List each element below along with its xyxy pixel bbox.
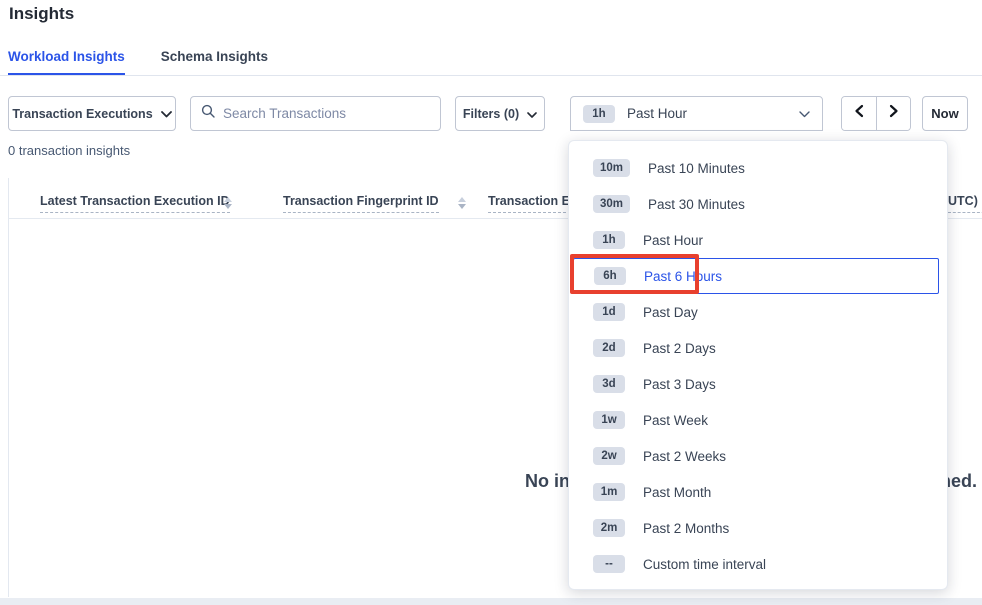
menu-item-past-10-minutes[interactable]: 10m Past 10 Minutes — [569, 150, 947, 186]
filters-button[interactable]: Filters (0) — [455, 96, 545, 131]
menu-item-past-2-months[interactable]: 2m Past 2 Months — [569, 510, 947, 546]
transaction-type-select[interactable]: Transaction Executions — [8, 96, 176, 131]
transaction-type-select-label: Transaction Executions — [12, 107, 152, 121]
column-header-utc-fragment[interactable]: UTC) — [948, 194, 982, 213]
interval-badge: 2m — [593, 519, 625, 537]
interval-badge: 1w — [593, 411, 625, 429]
now-button-label: Now — [931, 106, 958, 121]
results-count: 0 transaction insights — [8, 143, 130, 158]
sort-down-icon — [458, 204, 466, 209]
empty-state-text: No insight events since this page was la… — [525, 471, 569, 497]
sort-up-icon — [458, 197, 466, 202]
sort-icon[interactable] — [224, 197, 232, 209]
time-interval-badge: 1h — [583, 105, 615, 123]
time-pager — [841, 96, 911, 131]
tab-bar: Workload Insights Schema Insights — [0, 40, 982, 76]
chevron-down-icon — [161, 107, 172, 121]
menu-item-past-month[interactable]: 1m Past Month — [569, 474, 947, 510]
interval-badge: 1m — [593, 483, 625, 501]
menu-item-past-week[interactable]: 1w Past Week — [569, 402, 947, 438]
interval-badge: 6h — [594, 267, 626, 285]
tab-workload-insights[interactable]: Workload Insights — [8, 41, 125, 75]
sort-up-icon — [224, 197, 232, 202]
search-box — [190, 96, 441, 131]
now-button[interactable]: Now — [922, 96, 968, 131]
menu-item-past-day[interactable]: 1d Past Day — [569, 294, 947, 330]
menu-item-past-6-hours[interactable]: 6h Past 6 Hours — [573, 258, 939, 294]
chevron-down-icon — [527, 107, 537, 121]
search-icon — [201, 104, 215, 123]
interval-badge: 30m — [593, 195, 630, 213]
interval-badge: 3d — [593, 375, 625, 393]
interval-badge: 1d — [593, 303, 625, 321]
filters-button-label: Filters (0) — [463, 107, 519, 121]
sort-icon[interactable] — [458, 197, 466, 209]
bottom-edge — [0, 598, 982, 605]
chevron-right-icon — [888, 104, 900, 123]
sort-down-icon — [224, 204, 232, 209]
interval-badge: 10m — [593, 159, 630, 177]
interval-badge: 2d — [593, 339, 625, 357]
insights-page: Insights Workload Insights Schema Insigh… — [0, 0, 982, 605]
interval-badge: -- — [593, 555, 625, 573]
chevron-down-icon — [799, 105, 810, 123]
chevron-left-icon — [853, 104, 865, 123]
column-header-transaction-fingerprint-id[interactable]: Transaction Fingerprint ID — [283, 194, 439, 213]
page-title: Insights — [9, 4, 74, 24]
time-interval-dropdown: 10m Past 10 Minutes 30m Past 30 Minutes … — [568, 140, 948, 590]
time-interval-label: Past Hour — [627, 106, 787, 121]
menu-item-past-2-days[interactable]: 2d Past 2 Days — [569, 330, 947, 366]
menu-item-past-2-weeks[interactable]: 2w Past 2 Weeks — [569, 438, 947, 474]
menu-item-custom-time-interval[interactable]: -- Custom time interval — [569, 546, 947, 582]
search-input[interactable] — [223, 106, 430, 121]
previous-interval-button[interactable] — [842, 97, 876, 130]
menu-item-past-30-minutes[interactable]: 30m Past 30 Minutes — [569, 186, 947, 222]
menu-item-past-3-days[interactable]: 3d Past 3 Days — [569, 366, 947, 402]
empty-state-text-tail: No insight events since this page was la… — [943, 471, 977, 497]
time-interval-select[interactable]: 1h Past Hour — [570, 96, 823, 131]
table-left-border — [8, 178, 9, 597]
interval-badge: 2w — [593, 447, 625, 465]
interval-badge: 1h — [593, 231, 625, 249]
column-header-latest-transaction-execution-id[interactable]: Latest Transaction Execution ID — [40, 194, 230, 213]
tab-schema-insights[interactable]: Schema Insights — [161, 41, 268, 75]
next-interval-button[interactable] — [876, 97, 910, 130]
menu-item-past-hour[interactable]: 1h Past Hour — [569, 222, 947, 258]
